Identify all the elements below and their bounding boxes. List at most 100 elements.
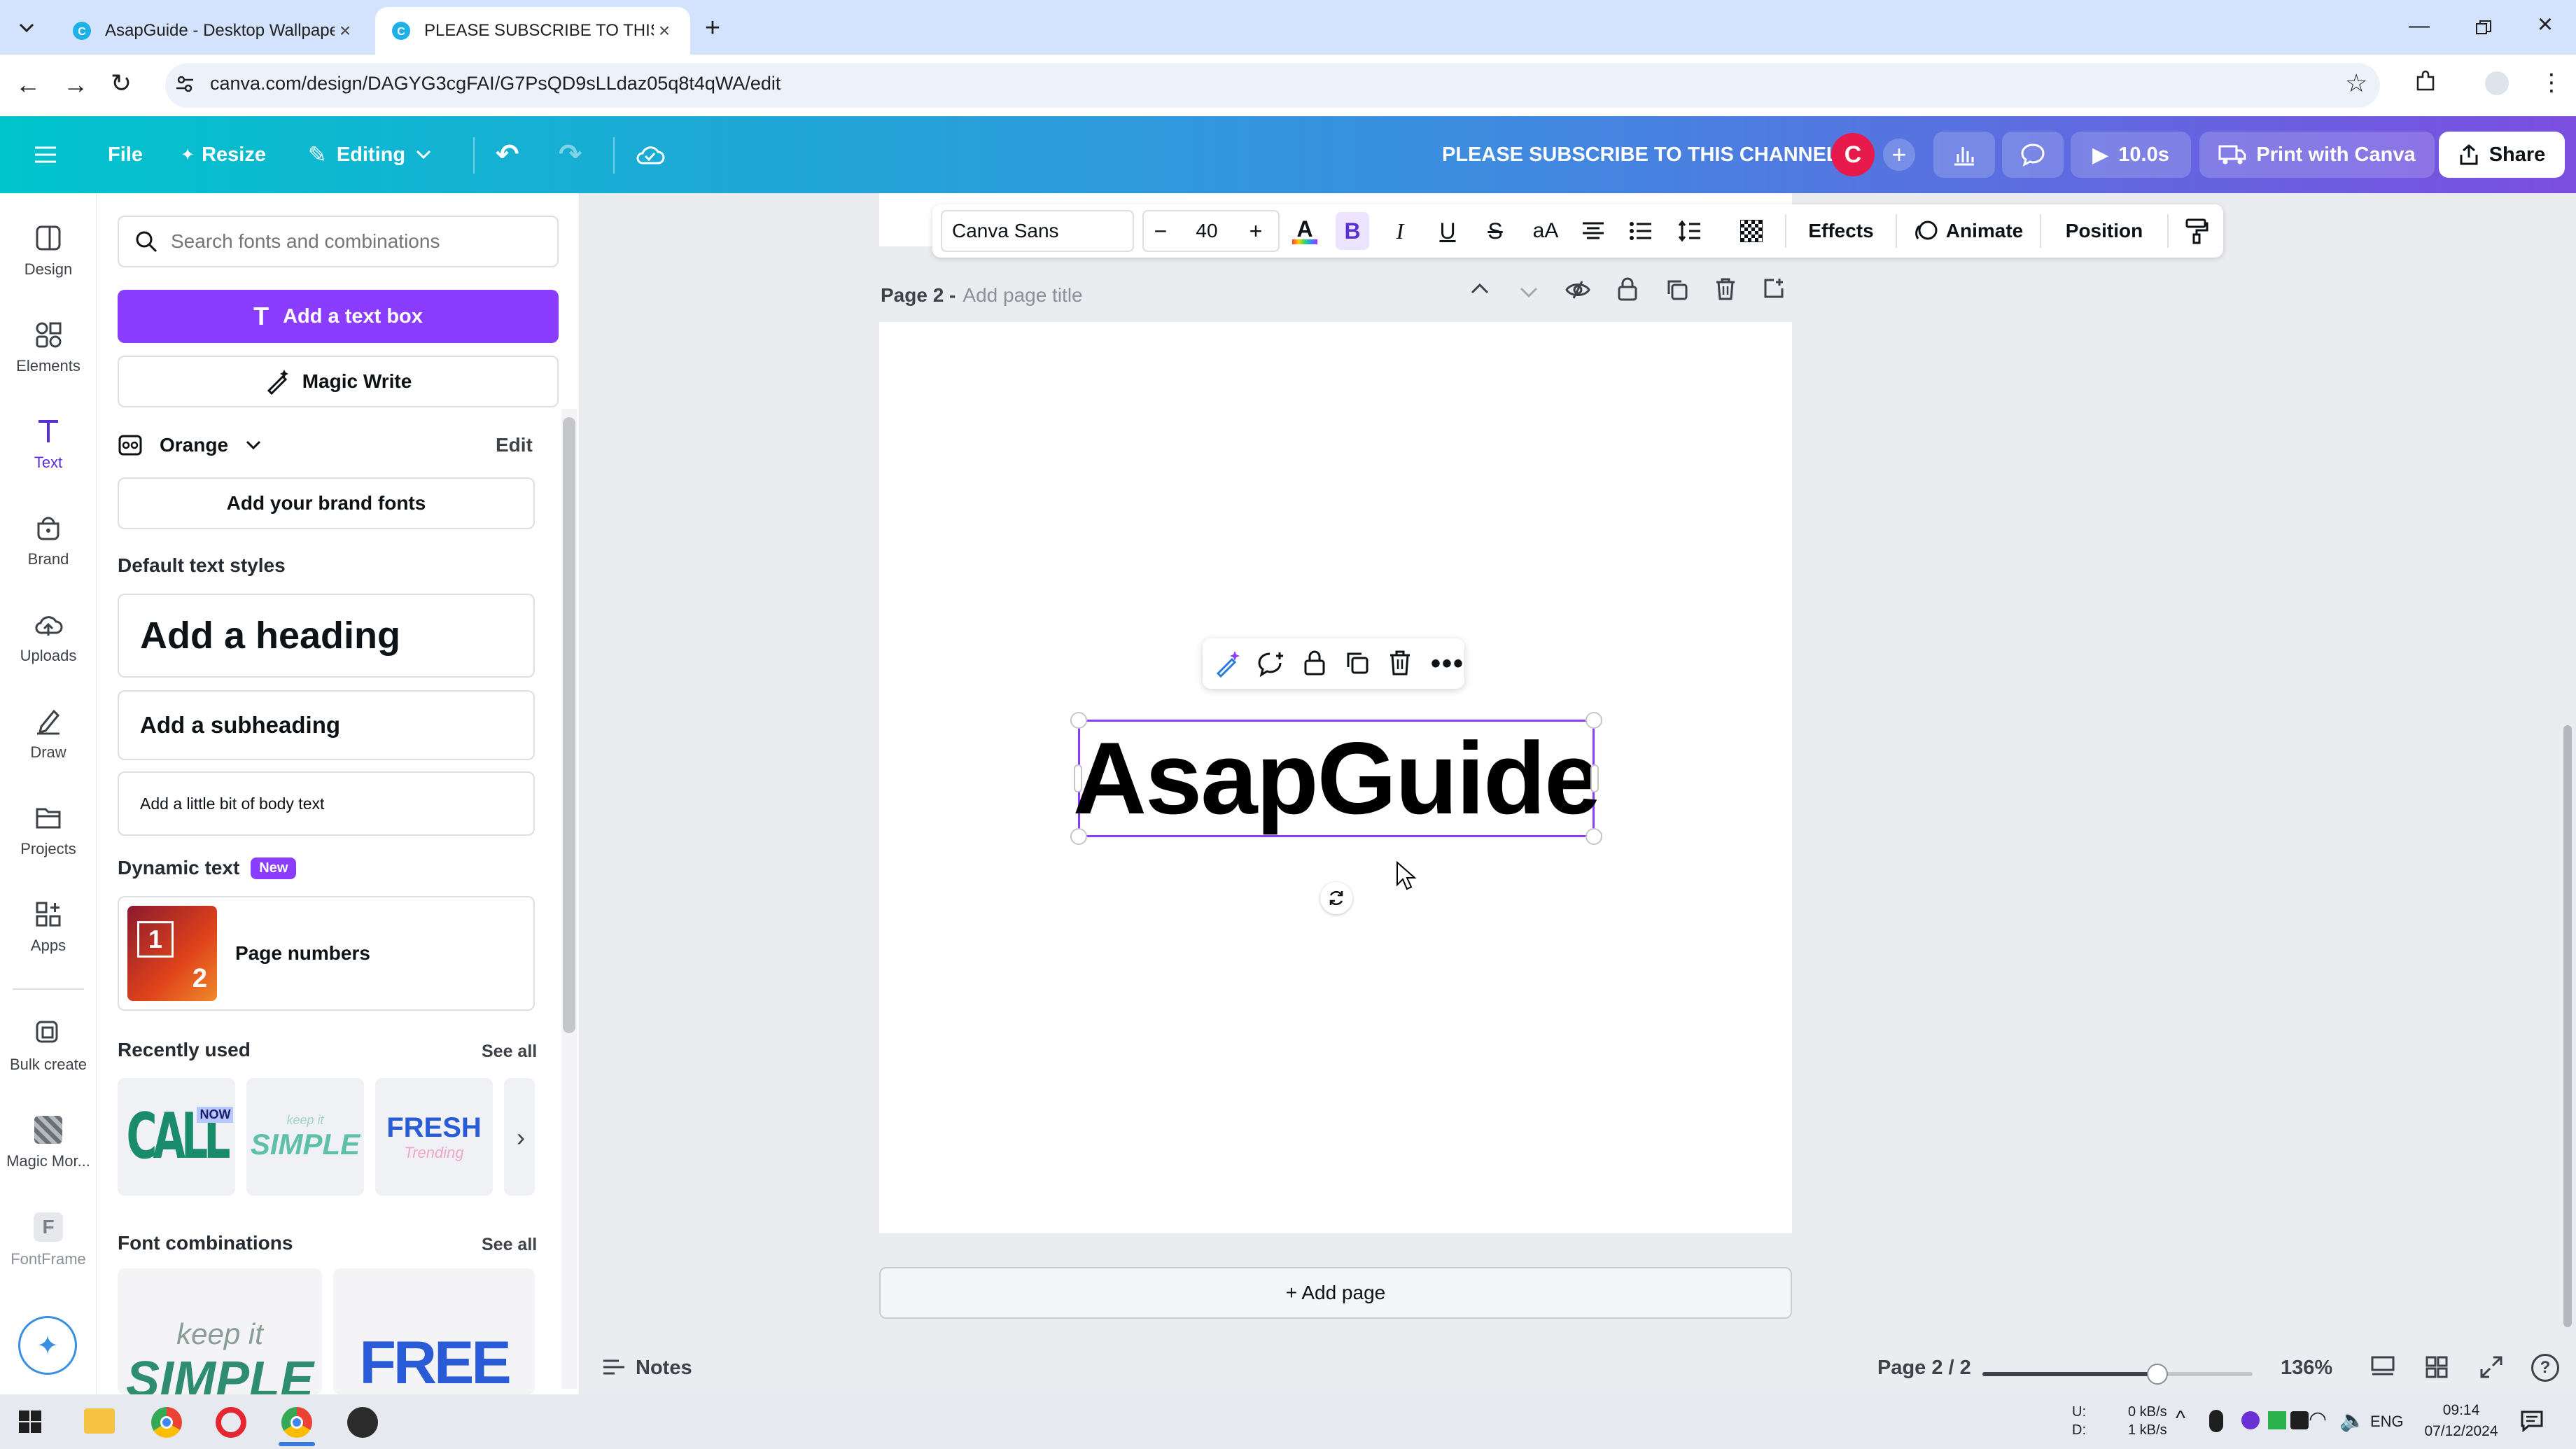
editor-scrollbar-thumb[interactable] bbox=[2563, 725, 2572, 1327]
resize-handle-left[interactable] bbox=[1074, 764, 1082, 792]
text-color-button[interactable]: A bbox=[1288, 204, 1322, 258]
profile-avatar[interactable] bbox=[2485, 71, 2509, 95]
selected-text-element[interactable]: AsapGuide bbox=[1073, 720, 1601, 837]
resize-handle-right[interactable] bbox=[1590, 764, 1599, 792]
opera-taskbar-icon[interactable] bbox=[216, 1407, 246, 1438]
zoom-slider-handle[interactable] bbox=[2147, 1364, 2168, 1385]
rail-item-design[interactable]: Design bbox=[0, 224, 97, 279]
rail-item-text[interactable]: Text bbox=[0, 417, 97, 472]
clock[interactable]: 09:14 07/12/2024 bbox=[2419, 1400, 2503, 1442]
rail-item-brand[interactable]: Brand bbox=[0, 514, 97, 568]
grid-view-button[interactable] bbox=[2425, 1355, 2449, 1379]
duplicate-page-button[interactable] bbox=[1666, 279, 1688, 301]
cloud-save-button[interactable] bbox=[634, 116, 665, 193]
font-search-input[interactable] bbox=[171, 230, 535, 253]
browser-tab-2[interactable]: C PLEASE SUBSCRIBE TO THIS CH × bbox=[375, 7, 690, 55]
animate-button[interactable]: Animate bbox=[1911, 204, 2027, 258]
lock-page-button[interactable] bbox=[1617, 277, 1638, 301]
strikethrough-button[interactable]: S bbox=[1478, 204, 1512, 258]
recent-font-call-now[interactable]: CALL NOW bbox=[118, 1078, 235, 1196]
undo-button[interactable]: ↶ bbox=[496, 116, 519, 193]
start-button[interactable] bbox=[18, 1410, 42, 1434]
hide-page-button[interactable] bbox=[1565, 280, 1590, 300]
print-with-canva-button[interactable]: Print with Canva bbox=[2199, 132, 2435, 178]
add-page-button[interactable]: + Add page bbox=[879, 1267, 1792, 1319]
combo-free[interactable]: FREE bbox=[333, 1268, 535, 1394]
wifi-icon[interactable]: ◠ bbox=[2309, 1407, 2327, 1432]
chrome-taskbar-icon[interactable] bbox=[151, 1407, 182, 1438]
present-timer-button[interactable]: ▶ 10.0s bbox=[2071, 132, 2191, 178]
zoom-percentage[interactable]: 136% bbox=[2281, 1357, 2332, 1380]
pages-view-button[interactable] bbox=[2370, 1355, 2395, 1378]
volume-icon[interactable]: 🔈 bbox=[2339, 1408, 2365, 1433]
add-subheading-button[interactable]: Add a subheading bbox=[118, 690, 535, 760]
rail-item-elements[interactable]: Elements bbox=[0, 321, 97, 375]
help-button[interactable]: ? bbox=[2531, 1354, 2559, 1382]
bookmark-star-icon[interactable]: ☆ bbox=[2345, 69, 2367, 98]
close-tab-icon[interactable]: × bbox=[335, 20, 356, 42]
transparency-button[interactable] bbox=[1735, 204, 1768, 258]
notifications-icon[interactable] bbox=[2520, 1410, 2544, 1432]
tray-app-icon-3[interactable] bbox=[2290, 1411, 2309, 1429]
browser-menu-icon[interactable]: ⋮ bbox=[2540, 69, 2563, 97]
rail-item-fontframe[interactable]: F FontFrame bbox=[0, 1212, 97, 1268]
resize-handle-tr[interactable] bbox=[1586, 712, 1602, 729]
copy-style-button[interactable] bbox=[2178, 204, 2215, 258]
design-title[interactable]: PLEASE SUBSCRIBE TO THIS CHANNEL bbox=[1442, 116, 1839, 193]
font-combinations-see-all[interactable]: See all bbox=[482, 1235, 537, 1255]
main-menu-button[interactable] bbox=[34, 116, 57, 193]
resize-button[interactable]: ✦ Resize bbox=[181, 116, 266, 193]
browser-tab-1[interactable]: C AsapGuide - Desktop Wallpape × bbox=[56, 7, 371, 55]
lock-element-button[interactable] bbox=[1303, 650, 1326, 676]
magic-assistant-button[interactable]: ✦ bbox=[18, 1316, 77, 1375]
rail-item-uploads[interactable]: Uploads bbox=[0, 610, 97, 665]
tray-app-icon[interactable] bbox=[2241, 1411, 2260, 1429]
rail-item-draw[interactable]: Draw bbox=[0, 707, 97, 762]
resize-handle-tl[interactable] bbox=[1070, 712, 1087, 729]
rail-item-apps[interactable]: Apps bbox=[0, 900, 97, 955]
restore-button[interactable] bbox=[2470, 14, 2498, 42]
close-tab-icon[interactable]: × bbox=[654, 20, 675, 42]
list-button[interactable] bbox=[1624, 204, 1658, 258]
rotate-handle[interactable] bbox=[1320, 882, 1352, 914]
brand-edit-link[interactable]: Edit bbox=[496, 434, 533, 456]
site-settings-icon[interactable] bbox=[175, 74, 195, 94]
effects-button[interactable]: Effects bbox=[1800, 204, 1882, 258]
delete-element-button[interactable] bbox=[1389, 650, 1411, 676]
back-button[interactable]: ← bbox=[15, 70, 43, 99]
new-tab-button[interactable]: + bbox=[697, 13, 728, 43]
letter-case-button[interactable]: aA bbox=[1527, 204, 1564, 258]
add-comment-button[interactable] bbox=[1257, 651, 1285, 678]
language-indicator[interactable]: ENG bbox=[2370, 1413, 2404, 1431]
insights-button[interactable] bbox=[1933, 132, 1995, 178]
close-window-button[interactable]: × bbox=[2531, 10, 2559, 39]
editing-mode-button[interactable]: ✎ Editing bbox=[308, 116, 432, 193]
file-menu[interactable]: File bbox=[108, 116, 143, 193]
canvas-text[interactable]: AsapGuide bbox=[1073, 720, 1602, 837]
reload-button[interactable]: ↻ bbox=[111, 69, 139, 97]
page-count[interactable]: Page 2 / 2 bbox=[1877, 1357, 1971, 1380]
add-page-after-button[interactable] bbox=[1763, 277, 1785, 300]
resize-handle-bl[interactable] bbox=[1070, 828, 1087, 845]
position-button[interactable]: Position bbox=[2055, 204, 2153, 258]
decrease-font-size-button[interactable]: − bbox=[1145, 204, 1176, 258]
resize-handle-br[interactable] bbox=[1586, 828, 1602, 845]
brand-kit-selector[interactable]: Orange bbox=[118, 431, 262, 459]
chrome-active-taskbar-icon[interactable] bbox=[281, 1407, 312, 1438]
page-move-up-button[interactable] bbox=[1470, 281, 1490, 295]
recent-font-keep-it-simple[interactable]: keep it SIMPLE bbox=[246, 1078, 364, 1196]
font-search-box[interactable] bbox=[118, 216, 559, 267]
tray-app-icon-2[interactable] bbox=[2268, 1411, 2286, 1429]
page-title-input[interactable]: Add page title bbox=[962, 284, 1082, 307]
tray-chevron-icon[interactable]: ^ bbox=[2176, 1407, 2185, 1431]
fullscreen-button[interactable] bbox=[2479, 1355, 2503, 1379]
spacing-button[interactable] bbox=[1673, 204, 1707, 258]
comments-button[interactable] bbox=[2002, 132, 2064, 178]
recent-font-fresh[interactable]: FRESH Trending bbox=[375, 1078, 493, 1196]
duplicate-element-button[interactable] bbox=[1345, 651, 1369, 675]
invite-button[interactable]: + bbox=[1883, 139, 1915, 171]
align-center-button[interactable] bbox=[1576, 204, 1610, 258]
minimize-button[interactable]: — bbox=[2405, 14, 2433, 42]
redo-button[interactable]: ↷ bbox=[559, 116, 582, 193]
obs-taskbar-icon[interactable] bbox=[347, 1407, 378, 1438]
